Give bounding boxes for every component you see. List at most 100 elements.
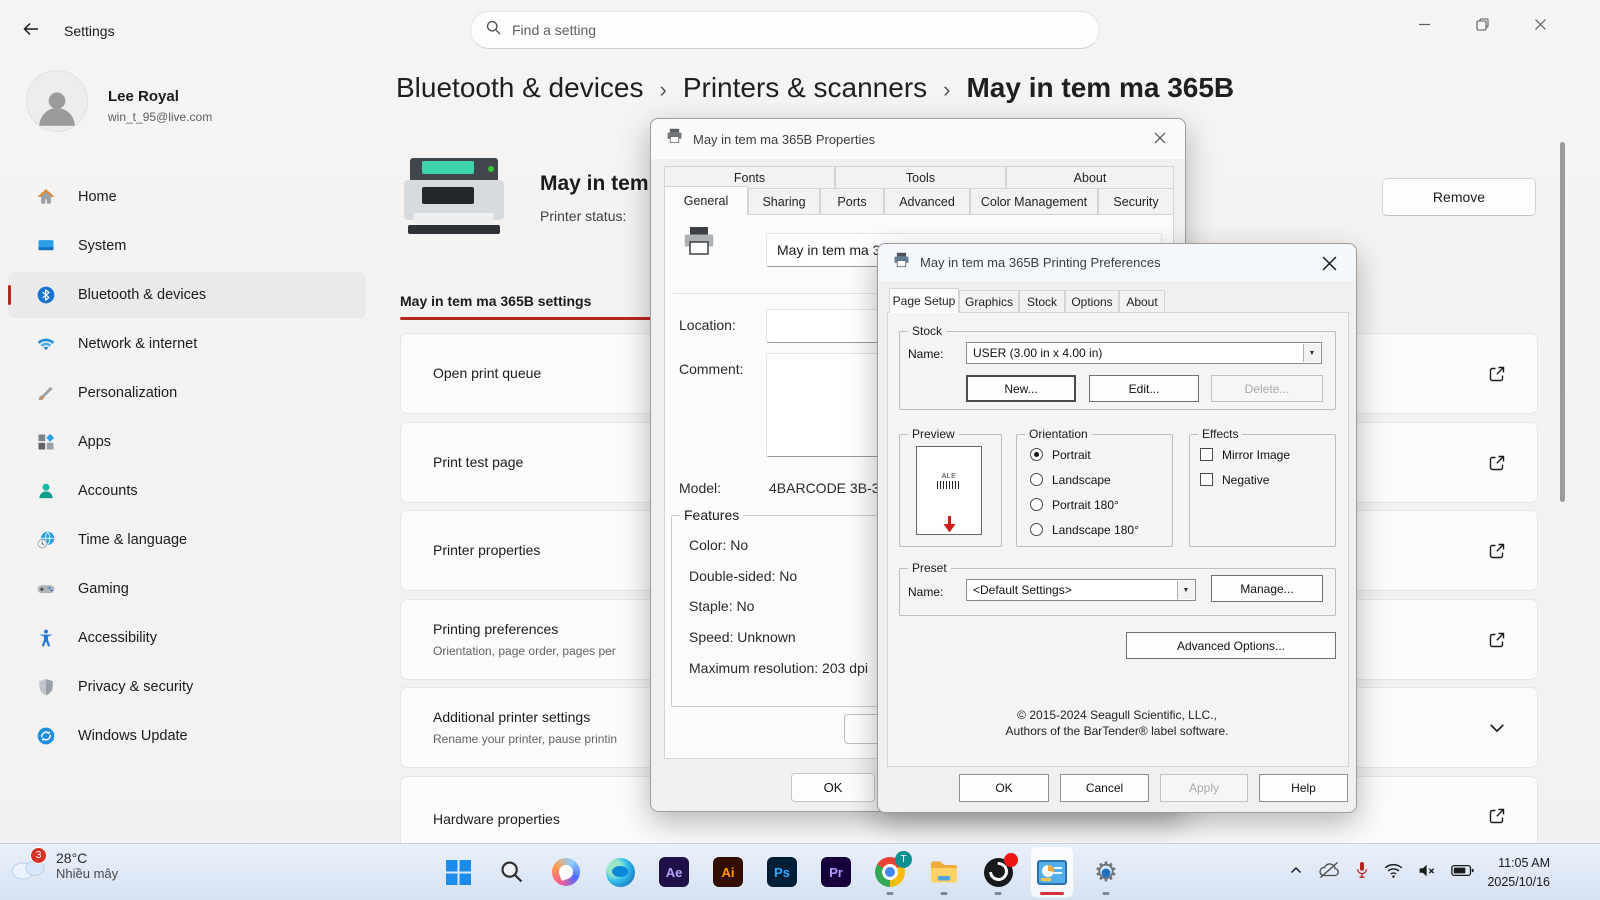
obs-button[interactable] (977, 847, 1019, 897)
start-button[interactable] (437, 847, 479, 897)
sidebar-item-apps[interactable]: Apps (8, 419, 366, 465)
radio-portrait-180-label: Portrait 180° (1052, 498, 1119, 512)
battery-icon[interactable] (1451, 864, 1474, 882)
time-language-icon (36, 530, 56, 550)
sidebar-item-windows-update[interactable]: Windows Update (8, 713, 366, 759)
profile-email: win_t_95@live.com (108, 110, 212, 124)
tab-graphics[interactable]: Graphics (959, 290, 1019, 313)
preset-name-label: Name: (908, 585, 943, 599)
properties-ok-button[interactable]: OK (791, 773, 875, 802)
vertical-scrollbar[interactable] (1560, 142, 1565, 502)
stock-edit-button[interactable]: Edit... (1089, 375, 1199, 402)
copilot-button[interactable] (545, 847, 587, 897)
microphone-icon[interactable] (1354, 860, 1370, 885)
sidebar-item-privacy-security[interactable]: Privacy & security (8, 664, 366, 710)
photoshop-button[interactable]: Ps (761, 847, 803, 897)
tray-chevron-up-icon[interactable] (1288, 862, 1304, 883)
active-app-button[interactable] (1031, 847, 1073, 897)
checkbox-mirror-image[interactable] (1200, 448, 1213, 461)
stock-delete-button[interactable]: Delete... (1211, 375, 1323, 402)
tab-fonts[interactable]: Fonts (664, 166, 835, 188)
restore-button[interactable] (1460, 9, 1504, 39)
sidebar-item-gaming[interactable]: Gaming (8, 566, 366, 612)
copyright-line1: © 2015-2024 Seagull Scientific, LLC., (878, 708, 1356, 722)
sidebar-item-label: Accessibility (78, 630, 157, 646)
external-link-icon (1487, 541, 1507, 561)
properties-dialog-titlebar[interactable]: May in tem ma 365B Properties (651, 119, 1185, 159)
avatar[interactable] (26, 70, 88, 132)
preferences-help-button[interactable]: Help (1259, 774, 1348, 802)
tab-security[interactable]: Security (1098, 188, 1174, 215)
preset-name-dropdown[interactable]: <Default Settings> ▼ (966, 579, 1196, 601)
premiere-button[interactable]: Pr (815, 847, 857, 897)
preferences-cancel-button[interactable]: Cancel (1060, 774, 1149, 802)
radio-landscape[interactable] (1030, 473, 1043, 486)
tab-label: General (684, 194, 728, 208)
clock[interactable]: 11:05 AM 2025/10/16 (1487, 854, 1550, 890)
stock-name-dropdown[interactable]: USER (3.00 in x 4.00 in) ▼ (966, 342, 1322, 364)
barcode-graphic (937, 481, 961, 489)
onedrive-paused-icon[interactable] (1317, 860, 1341, 885)
sidebar-item-accessibility[interactable]: Accessibility (8, 615, 366, 661)
radio-portrait[interactable] (1030, 448, 1043, 461)
sidebar-item-bluetooth-devices[interactable]: Bluetooth & devices (8, 272, 366, 318)
tab-ports[interactable]: Ports (820, 188, 884, 215)
breadcrumb-printers-scanners[interactable]: Printers & scanners (683, 72, 927, 104)
volume-muted-icon[interactable] (1417, 862, 1438, 884)
preferences-ok-button[interactable]: OK (959, 774, 1049, 802)
sidebar-item-time-language[interactable]: Time & language (8, 517, 366, 563)
tab-general[interactable]: General (664, 186, 748, 215)
weather-widget[interactable]: 3 28°C Nhiều mây (8, 850, 118, 881)
settings-gear-button[interactable]: ⚙ (1085, 847, 1127, 897)
remove-printer-button[interactable]: Remove (1382, 178, 1536, 216)
sidebar-item-personalization[interactable]: Personalization (8, 370, 366, 416)
radio-portrait-180[interactable] (1030, 498, 1043, 511)
edge-button[interactable] (599, 847, 641, 897)
tab-label: About (1126, 295, 1157, 309)
tab-about[interactable]: About (1006, 166, 1174, 188)
chrome-button[interactable]: T (869, 847, 911, 897)
chevron-down-icon[interactable] (1487, 718, 1507, 738)
tab-tools[interactable]: Tools (835, 166, 1006, 188)
tab-options[interactable]: Options (1065, 290, 1119, 313)
tab-stock[interactable]: Stock (1019, 290, 1065, 313)
stock-new-button[interactable]: New... (966, 375, 1076, 402)
tab-about[interactable]: About (1119, 290, 1165, 313)
tab-sharing[interactable]: Sharing (748, 188, 820, 215)
file-explorer-button[interactable] (923, 847, 965, 897)
preferences-dialog-titlebar[interactable]: May in tem ma 365B Printing Preferences (878, 244, 1356, 281)
radio-landscape-180[interactable] (1030, 523, 1043, 536)
tab-advanced[interactable]: Advanced (884, 188, 970, 215)
close-button[interactable] (1518, 9, 1562, 39)
dropdown-arrow-icon[interactable]: ▼ (1303, 344, 1320, 362)
back-button[interactable] (16, 16, 46, 46)
illustrator-icon: Ai (713, 857, 743, 887)
sidebar-item-accounts[interactable]: Accounts (8, 468, 366, 514)
after-effects-button[interactable]: Ae (653, 847, 695, 897)
breadcrumb-bluetooth-devices[interactable]: Bluetooth & devices (396, 72, 644, 104)
wifi-icon[interactable] (1383, 862, 1404, 884)
illustrator-button[interactable]: Ai (707, 847, 749, 897)
search-input[interactable] (512, 22, 1085, 38)
weather-cloud-icon: 3 (8, 851, 48, 881)
card-title: Print test page (433, 454, 523, 470)
tab-page-setup[interactable]: Page Setup (889, 288, 959, 313)
tab-label: Ports (837, 195, 866, 209)
sidebar-item-home[interactable]: Home (8, 174, 366, 220)
advanced-options-button[interactable]: Advanced Options... (1126, 632, 1336, 659)
preferences-apply-button[interactable]: Apply (1160, 774, 1248, 802)
sidebar-item-system[interactable]: System (8, 223, 366, 269)
dropdown-arrow-icon[interactable]: ▼ (1177, 581, 1194, 599)
system-tray: 11:05 AM 2025/10/16 (1288, 844, 1550, 900)
search-box[interactable] (470, 11, 1100, 49)
minimize-button[interactable] (1402, 9, 1446, 39)
taskbar-search-button[interactable] (491, 847, 533, 897)
sidebar-item-network-internet[interactable]: Network & internet (8, 321, 366, 367)
preferences-close-icon[interactable] (1314, 249, 1344, 277)
preset-manage-button[interactable]: Manage... (1211, 575, 1323, 602)
properties-close-icon[interactable] (1145, 125, 1175, 151)
checkbox-negative[interactable] (1200, 473, 1213, 486)
running-indicator (1103, 892, 1110, 895)
tab-color-management[interactable]: Color Management (970, 188, 1098, 215)
tray-time: 11:05 AM (1487, 854, 1550, 872)
